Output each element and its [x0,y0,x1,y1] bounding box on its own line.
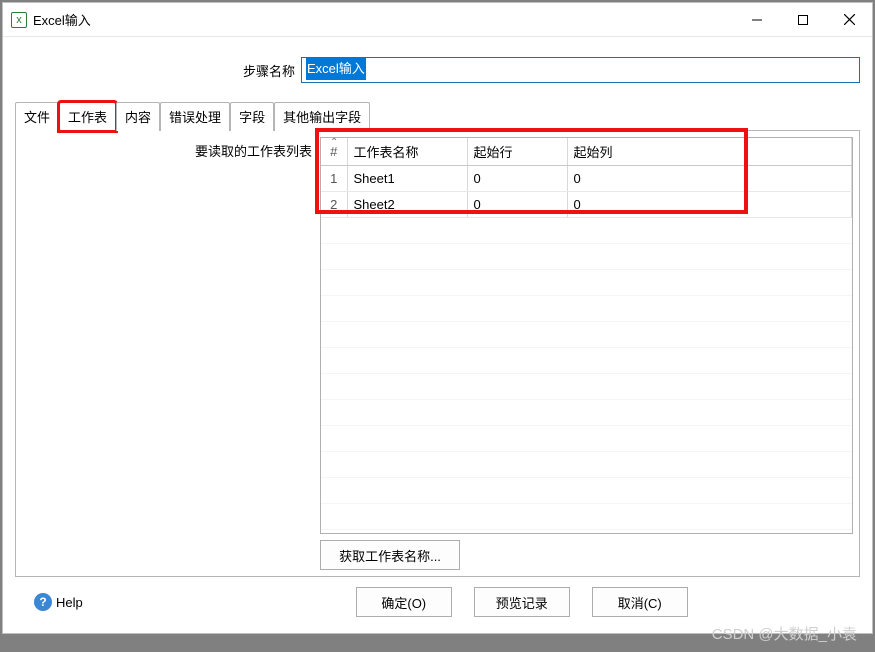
col-header-start-col[interactable]: 起始列 [567,138,852,166]
cell-start-col[interactable]: 0 [567,166,852,192]
below-grid: 获取工作表名称... [320,534,853,570]
cancel-button[interactable]: 取消(C) [592,587,688,617]
col-header-index[interactable]: ⌃# [321,138,347,166]
tab-error-handling[interactable]: 错误处理 [160,102,230,131]
col-header-name[interactable]: 工作表名称 [347,138,467,166]
sort-indicator-icon: ⌃ [330,138,338,148]
get-sheet-names-button[interactable]: 获取工作表名称... [320,540,460,570]
cell-start-col[interactable]: 0 [567,192,852,218]
table-row[interactable]: 1 Sheet1 0 0 [321,166,852,192]
table-row[interactable]: 2 Sheet2 0 0 [321,192,852,218]
dialog-window: x Excel输入 步骤名称 Excel输入 文件 工作表 内容 [2,2,873,634]
window-title: Excel输入 [33,10,91,29]
step-name-input[interactable]: Excel输入 [301,57,860,83]
tab-panel-worksheet: 要读取的工作表列表 ⌃# 工作表名称 起始行 起始列 [15,130,860,577]
panel-body: 要读取的工作表列表 ⌃# 工作表名称 起始行 起始列 [22,137,853,570]
titlebar: x Excel输入 [3,3,872,37]
tab-other-output-fields[interactable]: 其他输出字段 [274,102,370,131]
cell-start-row[interactable]: 0 [467,192,567,218]
cell-name[interactable]: Sheet2 [347,192,467,218]
col-header-start-row[interactable]: 起始行 [467,138,567,166]
step-name-label: 步骤名称 [15,61,301,80]
sheet-grid[interactable]: ⌃# 工作表名称 起始行 起始列 1 Sheet1 [320,137,853,534]
tab-strip: 文件 工作表 内容 错误处理 字段 其他输出字段 [15,101,860,130]
tab-worksheet[interactable]: 工作表 [59,102,116,131]
tab-fields[interactable]: 字段 [230,102,274,131]
cell-index: 1 [321,166,347,192]
tab-file[interactable]: 文件 [15,102,59,131]
table-header-row: ⌃# 工作表名称 起始行 起始列 [321,138,852,166]
cell-start-row[interactable]: 0 [467,166,567,192]
maximize-button[interactable] [780,3,826,36]
step-name-row: 步骤名称 Excel输入 [15,49,860,101]
sheet-table-wrap: ⌃# 工作表名称 起始行 起始列 1 Sheet1 [320,137,853,570]
empty-grid-area[interactable] [321,218,852,533]
dialog-footer: ? Help 确定(O) 预览记录 取消(C) [15,577,860,627]
sheet-table: ⌃# 工作表名称 起始行 起始列 1 Sheet1 [321,138,852,218]
dialog-content: 步骤名称 Excel输入 文件 工作表 内容 错误处理 字段 其他输出字段 要读… [3,37,872,633]
help-icon: ? [34,593,52,611]
close-button[interactable] [826,3,872,36]
minimize-button[interactable] [734,3,780,36]
help-button[interactable]: ? Help [25,589,92,615]
help-label: Help [56,595,83,610]
tab-content[interactable]: 内容 [116,102,160,131]
tabs-container: 文件 工作表 内容 错误处理 字段 其他输出字段 要读取的工作表列表 [15,101,860,577]
step-name-value: Excel输入 [306,58,366,80]
preview-button[interactable]: 预览记录 [474,587,570,617]
excel-icon: x [11,12,27,28]
cell-name[interactable]: Sheet1 [347,166,467,192]
main-buttons: 确定(O) 预览记录 取消(C) [356,587,688,617]
cell-index: 2 [321,192,347,218]
sheet-list-label: 要读取的工作表列表 [22,137,314,570]
ok-button[interactable]: 确定(O) [356,587,452,617]
window-controls [734,3,872,36]
